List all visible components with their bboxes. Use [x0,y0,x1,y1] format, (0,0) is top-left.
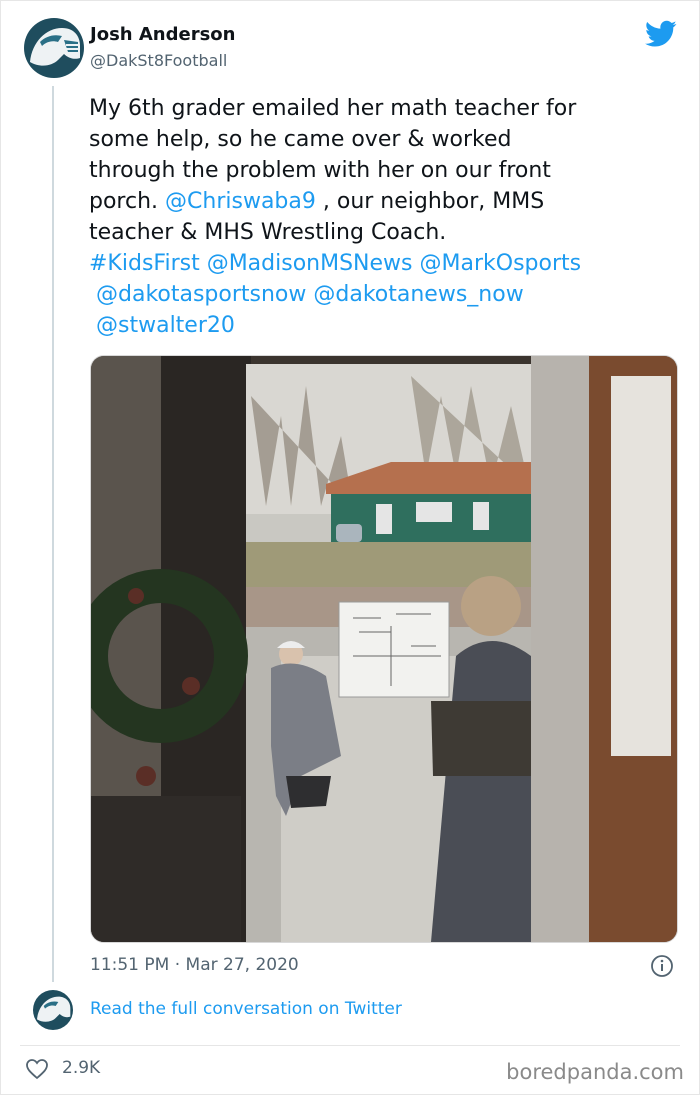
tweet-text-fragment: , our neighbor, MMS [315,189,545,214]
tweet-text-line: through the problem with her on our fron… [89,158,551,183]
tweet-text-line: porch. [89,189,159,214]
heart-icon[interactable] [25,1058,49,1080]
mention-link[interactable]: @MarkOsports [420,251,582,276]
mention-link[interactable]: @stwalter20 [96,313,235,338]
author-name[interactable]: Josh Anderson [90,24,235,45]
tweet-text-line: My 6th grader emailed her math teacher f… [89,96,577,121]
mention-link[interactable]: @dakotasportsnow [96,282,306,307]
tweet-text-line: teacher & MHS Wrestling Coach. [89,220,447,245]
divider [20,1045,680,1046]
tweet-timestamp[interactable]: 11:51 PM · Mar 27, 2020 [90,955,299,975]
like-count: 2.9K [62,1058,101,1078]
mention-link[interactable]: @Chriswaba9 [165,189,316,214]
tweet-text-line: some help, so he came over & worked [89,127,512,152]
mention-link[interactable]: @dakotanews_now [313,282,523,307]
read-full-conversation-link[interactable]: Read the full conversation on Twitter [90,999,402,1019]
author-avatar-small[interactable] [33,990,73,1030]
mention-link[interactable]: @MadisonMSNews [207,251,413,276]
info-icon[interactable] [650,954,674,978]
tweet-photo[interactable] [90,355,678,943]
tweet-text: My 6th grader emailed her math teacher f… [89,93,679,341]
hashtag-link[interactable]: #KidsFirst [89,251,200,276]
author-avatar[interactable] [24,18,84,78]
twitter-bird-icon[interactable] [645,20,677,48]
author-handle[interactable]: @DakSt8Football [90,51,227,70]
watermark: boredpanda.com [506,1060,684,1084]
thread-line [52,86,54,982]
